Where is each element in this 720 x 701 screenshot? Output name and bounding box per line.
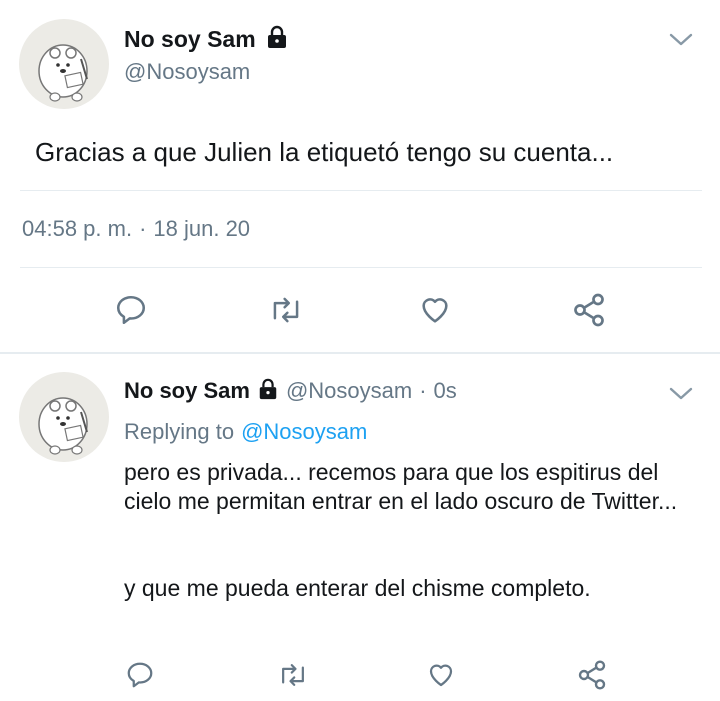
retweet-button[interactable] — [274, 658, 312, 692]
handle[interactable]: @Nosoysam — [124, 59, 250, 85]
separator: · — [139, 216, 147, 241]
reply-paragraph: y que me pueda enterar del chisme comple… — [124, 575, 591, 601]
lock-icon — [265, 25, 289, 54]
reply-icon — [116, 295, 146, 325]
section-divider — [0, 352, 720, 354]
reply-icon — [127, 662, 153, 688]
display-name[interactable]: No soy Sam — [124, 26, 256, 53]
retweet-button[interactable] — [264, 290, 308, 330]
like-button[interactable] — [423, 658, 459, 692]
heart-icon — [429, 664, 453, 687]
chevron-down-icon[interactable] — [668, 384, 694, 407]
divider — [20, 267, 702, 268]
divider — [20, 190, 702, 191]
replying-to-handle[interactable]: @Nosoysam — [241, 419, 367, 445]
reply-paragraph: pero es privada... recemos para que los … — [124, 459, 678, 514]
lock-icon — [257, 378, 279, 405]
share-button[interactable] — [574, 658, 610, 692]
heart-icon — [422, 298, 448, 323]
separator: · — [419, 378, 427, 403]
tweet-age[interactable]: 0s — [434, 378, 457, 404]
avatar[interactable] — [19, 372, 109, 462]
date: 18 jun. 20 — [153, 216, 251, 241]
time: 04:58 p. m. — [22, 216, 133, 241]
tweet-text: Gracias a que Julien la etiquetó tengo s… — [35, 137, 614, 167]
timestamp[interactable]: 04:58 p. m. · 18 jun. 20 — [22, 216, 250, 242]
display-name[interactable]: No soy Sam — [124, 378, 250, 404]
handle[interactable]: @Nosoysam — [286, 378, 412, 404]
retweet-icon — [282, 664, 304, 686]
share-icon — [574, 293, 604, 327]
reply-text: pero es privada... recemos para que los … — [124, 458, 684, 603]
share-icon — [578, 660, 606, 690]
reply-button[interactable] — [123, 658, 157, 692]
chevron-down-icon[interactable] — [668, 30, 694, 53]
retweet-icon — [273, 297, 299, 323]
reply-button[interactable] — [111, 290, 151, 330]
bear-avatar-image — [38, 397, 88, 455]
like-button[interactable] — [414, 290, 456, 330]
bear-avatar-image — [38, 44, 88, 102]
share-button[interactable] — [568, 290, 610, 330]
replying-to-label: Replying to — [124, 419, 235, 444]
replying-to: Replying to @Nosoysam — [124, 419, 367, 445]
avatar[interactable] — [19, 19, 109, 109]
